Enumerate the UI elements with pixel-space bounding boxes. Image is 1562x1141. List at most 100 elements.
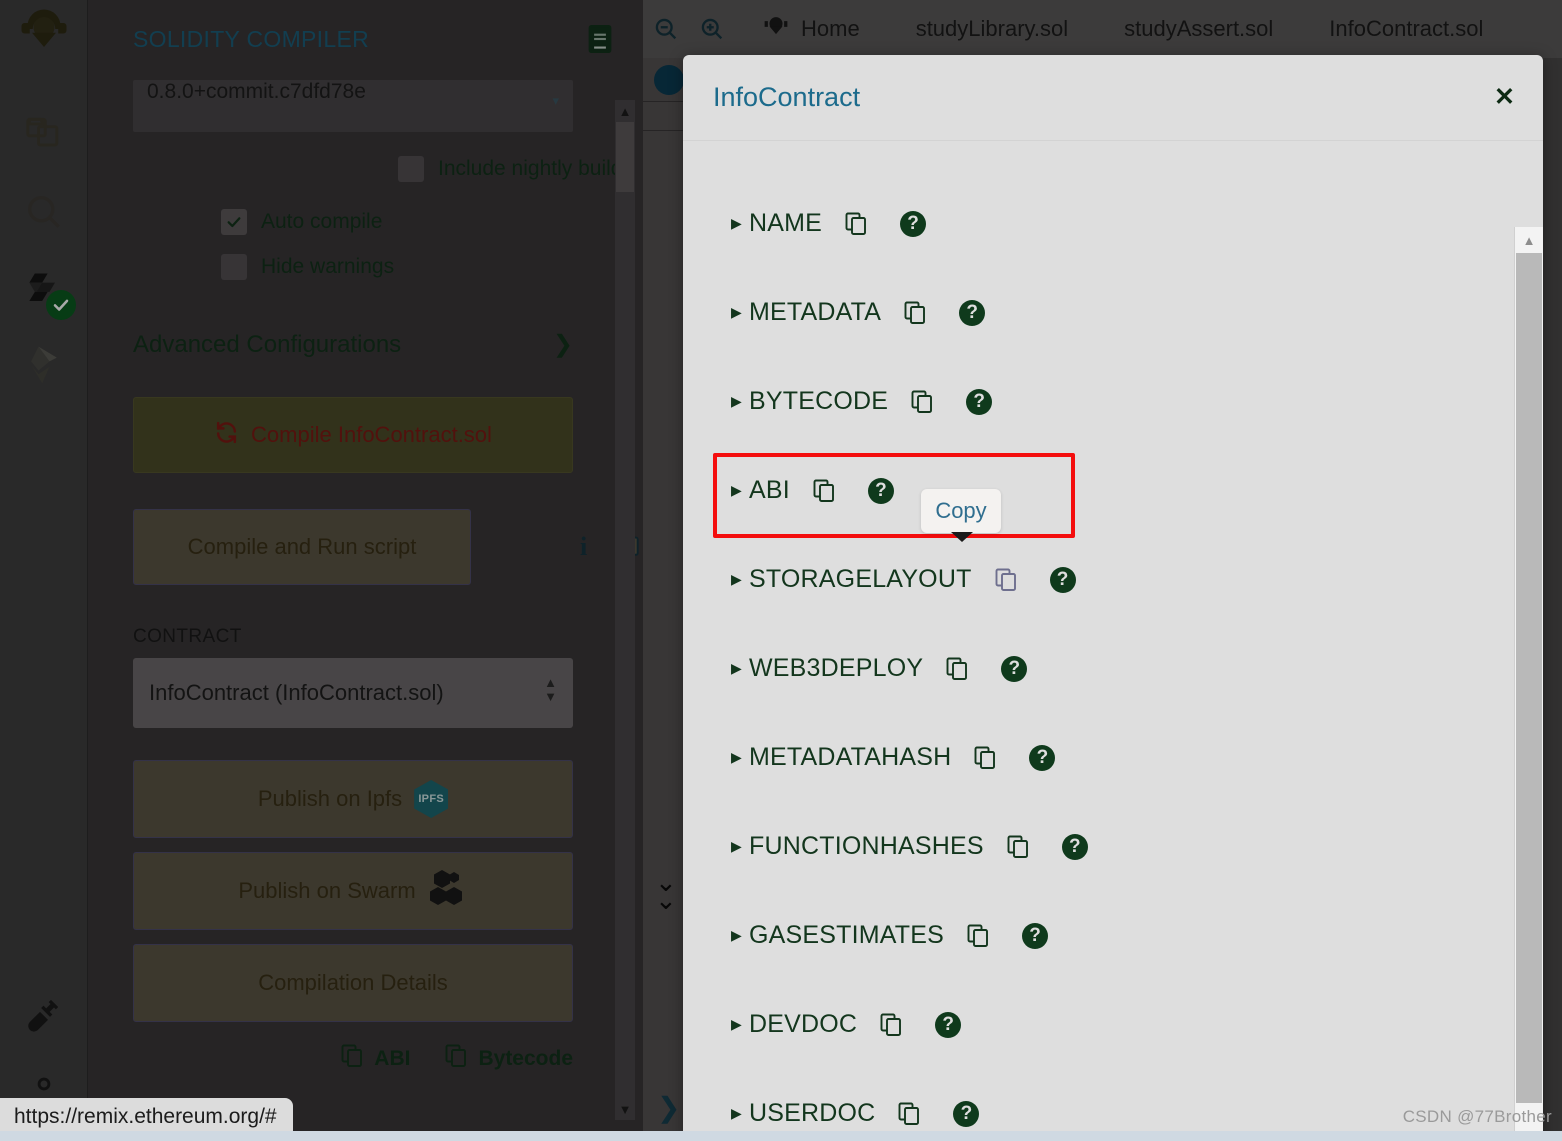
help-circle-icon[interactable]: ?: [1061, 833, 1088, 860]
help-circle-icon[interactable]: ?: [1001, 655, 1028, 682]
copy-icon[interactable]: [994, 567, 1018, 593]
scrollbar-thumb[interactable]: [616, 122, 634, 192]
remix-logo-icon[interactable]: [20, 8, 68, 56]
publish-on-swarm-button[interactable]: Publish on Swarm: [133, 852, 573, 930]
copy-icon[interactable]: [897, 1101, 921, 1127]
help-circle-icon[interactable]: ?: [953, 1100, 980, 1127]
contract-label: CONTRACT: [133, 626, 242, 647]
book-icon[interactable]: [587, 24, 613, 54]
property-row-functionhashes[interactable]: ▶ FUNCTIONHASHES ?: [683, 802, 1515, 891]
advanced-configurations-toggle[interactable]: Advanced Configurations ❯: [133, 330, 573, 359]
copy-icon[interactable]: [910, 389, 934, 415]
zoom-in-icon[interactable]: [689, 0, 735, 58]
caret-right-icon[interactable]: ▶: [731, 1105, 749, 1122]
tab-infocontract-sol[interactable]: InfoContract.sol: [1301, 0, 1512, 58]
tab-label: Home: [801, 16, 860, 41]
copy-icon[interactable]: [844, 211, 868, 237]
search-icon[interactable]: [20, 188, 68, 236]
property-row-web3deploy[interactable]: ▶ WEB3DEPLOY ?: [683, 624, 1515, 713]
copy-bytecode-button[interactable]: Bytecode: [444, 1043, 573, 1075]
info-icon[interactable]: i: [580, 532, 587, 562]
zoom-out-icon[interactable]: [643, 0, 689, 58]
help-circle-icon[interactable]: ?: [959, 299, 986, 326]
property-row-devdoc[interactable]: ▶ DEVDOC ?: [683, 980, 1515, 1069]
help-circle-icon[interactable]: ?: [1022, 922, 1049, 949]
copy-icon[interactable]: [973, 745, 997, 771]
plugin-manager-icon[interactable]: [20, 990, 68, 1038]
scrollbar-thumb[interactable]: [1516, 253, 1542, 1103]
copy-icon[interactable]: [945, 656, 969, 682]
caret-right-icon[interactable]: ▶: [731, 1016, 749, 1033]
checkbox-box[interactable]: [221, 254, 247, 280]
property-row-name[interactable]: ▶ NAME ?: [683, 179, 1515, 268]
scroll-down-arrow-icon[interactable]: ▼: [615, 1098, 635, 1120]
copy-abi-button[interactable]: ABI: [340, 1043, 410, 1075]
contract-select[interactable]: InfoContract (InfoContract.sol) ▲ ▼: [133, 658, 573, 728]
file-explorer-icon[interactable]: [20, 110, 68, 158]
help-circle-icon[interactable]: ?: [935, 1011, 962, 1038]
tab-studyassert-sol[interactable]: studyAssert.sol: [1096, 0, 1301, 58]
property-row-metadatahash[interactable]: ▶ METADATAHASH ?: [683, 713, 1515, 802]
copy-icon[interactable]: [966, 923, 990, 949]
help-circle-icon[interactable]: ?: [1029, 744, 1056, 771]
property-row-bytecode[interactable]: ▶ BYTECODE ?: [683, 357, 1515, 446]
checkbox-box[interactable]: [221, 209, 247, 235]
scroll-up-arrow-icon[interactable]: ▲: [615, 100, 635, 122]
caret-right-icon[interactable]: ▶: [731, 749, 749, 766]
caret-right-icon[interactable]: ▶: [731, 838, 749, 855]
help-circle-icon[interactable]: ?: [1049, 566, 1076, 593]
caret-right-icon[interactable]: ▶: [731, 571, 749, 588]
copy-icon[interactable]: [1006, 834, 1030, 860]
tab-studylibrary-sol[interactable]: studyLibrary.sol: [888, 0, 1096, 58]
checkbox-include-nightly-builds[interactable]: Include nightly builds: [398, 156, 633, 182]
checkbox-box[interactable]: [398, 156, 424, 182]
bottom-strip: [0, 1131, 1562, 1141]
help-circle-icon[interactable]: ?: [966, 388, 993, 415]
property-label: NAME: [749, 209, 823, 237]
deploy-run-icon[interactable]: [20, 341, 68, 389]
property-row-abi[interactable]: ▶ ABI ?: [683, 446, 1515, 535]
chevron-down-icon: ▾: [552, 93, 559, 108]
ipfs-icon: IPFS: [414, 780, 449, 818]
property-label: GASESTIMATES: [749, 921, 945, 949]
caret-right-icon[interactable]: ▶: [731, 304, 749, 321]
close-icon[interactable]: ✕: [1494, 85, 1515, 110]
chevron-right-icon: ❯: [552, 331, 573, 358]
checkbox-hide-warnings[interactable]: Hide warnings: [221, 254, 394, 280]
panel-scrollbar[interactable]: ▲ ▼: [615, 100, 635, 1120]
checkbox-auto-compile[interactable]: Auto compile: [221, 209, 382, 235]
property-label: METADATA: [749, 298, 882, 326]
caret-right-icon[interactable]: ▶: [731, 482, 749, 499]
swarm-icon: [428, 870, 468, 912]
contract-property-list: ▶ NAME ? ▶ METADATA ? ▶ BYTECODE ? ▶ ABI…: [683, 141, 1515, 1141]
breakpoint-dot-icon[interactable]: [654, 65, 684, 95]
caret-right-icon[interactable]: ▶: [731, 393, 749, 410]
copy-icon[interactable]: [812, 478, 836, 504]
copy-icon[interactable]: [903, 300, 927, 326]
help-circle-icon[interactable]: ?: [900, 210, 927, 237]
caret-right-icon[interactable]: ▶: [731, 215, 749, 232]
remix-home-icon: [763, 13, 789, 45]
caret-right-icon[interactable]: ▶: [731, 660, 749, 677]
property-row-gasestimates[interactable]: ▶ GASESTIMATES ?: [683, 891, 1515, 980]
compile-button[interactable]: Compile InfoContract.sol: [133, 397, 573, 473]
compiler-version-select[interactable]: 0.8.0+commit.c7dfd78e ▾: [133, 80, 573, 132]
property-row-storagelayout[interactable]: ▶ STORAGELAYOUT ?: [683, 535, 1515, 624]
tab-home[interactable]: Home: [735, 0, 888, 58]
property-row-metadata[interactable]: ▶ METADATA ?: [683, 268, 1515, 357]
modal-scrollbar[interactable]: ▲: [1514, 227, 1543, 1141]
compilation-details-button[interactable]: Compilation Details: [133, 944, 573, 1022]
chevron-right-icon[interactable]: ❯: [657, 1091, 680, 1124]
copy-tooltip: Copy: [921, 489, 1001, 533]
copy-icon: [444, 1043, 468, 1075]
help-circle-icon[interactable]: ?: [867, 477, 894, 504]
scroll-up-arrow-icon[interactable]: ▲: [1515, 227, 1543, 253]
checkbox-label: Hide warnings: [261, 255, 395, 278]
copy-icon[interactable]: [879, 1012, 903, 1038]
caret-right-icon[interactable]: ▶: [731, 927, 749, 944]
chevron-double-down-icon[interactable]: ⌄ ⌄: [655, 869, 677, 913]
modal-header: InfoContract ✕: [683, 55, 1543, 141]
modal-title: InfoContract: [713, 82, 861, 112]
compile-and-run-script-button[interactable]: Compile and Run script: [133, 509, 471, 585]
publish-on-ipfs-button[interactable]: Publish on Ipfs IPFS: [133, 760, 573, 838]
